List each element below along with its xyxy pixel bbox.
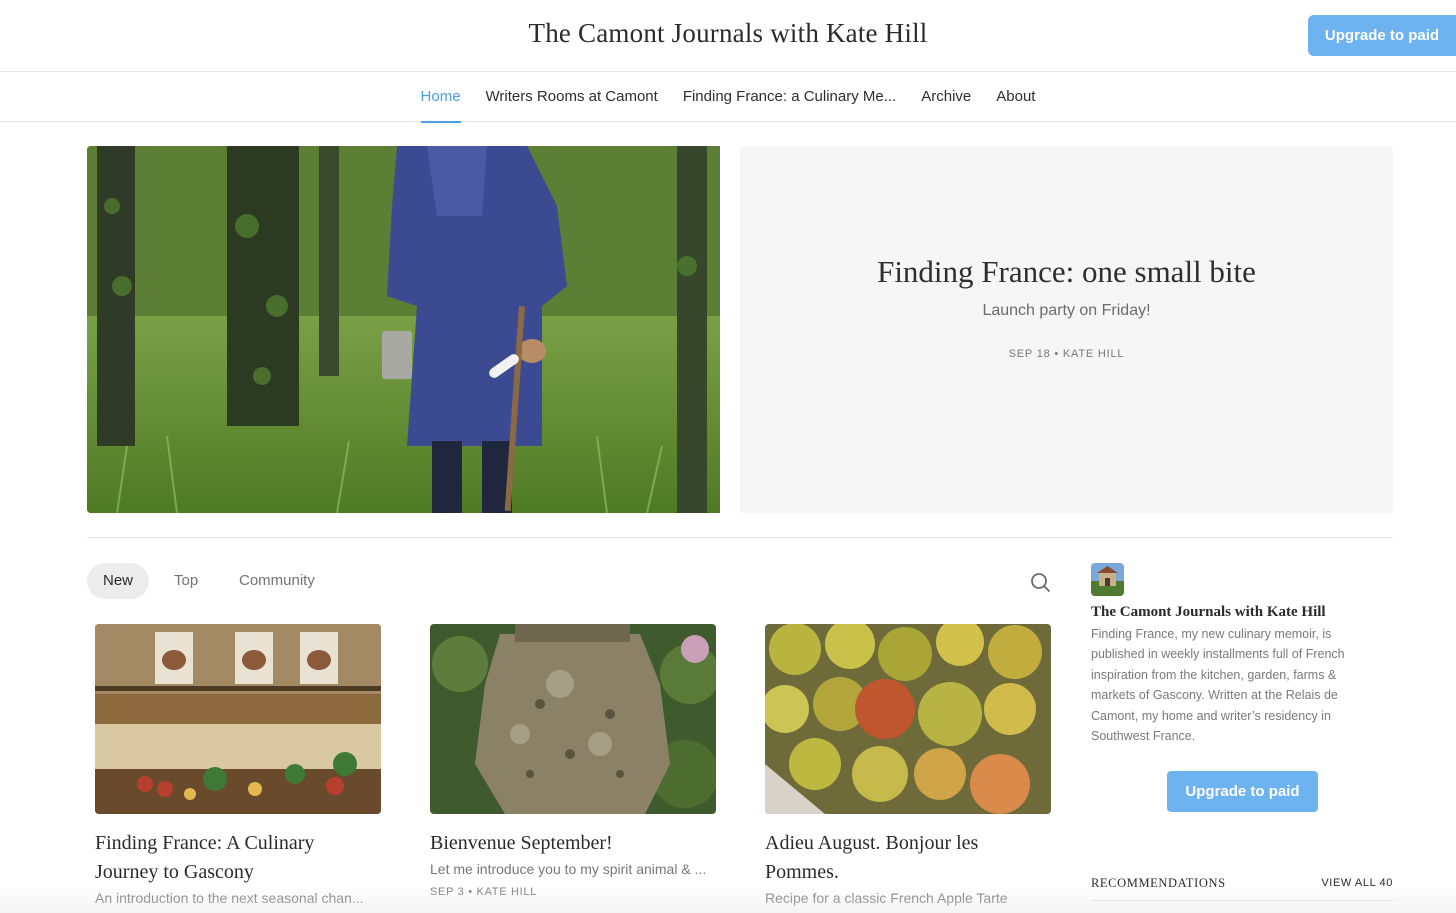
hero-image[interactable] <box>87 146 720 513</box>
post-subtitle: Let me introduce you to my spirit animal… <box>430 861 707 877</box>
featured-post-title[interactable]: Finding France: one small bite <box>740 254 1393 290</box>
sidebar-upgrade-button[interactable]: Upgrade to paid <box>1167 771 1318 812</box>
publication-logo[interactable] <box>1091 563 1124 596</box>
publication-name[interactable]: The Camont Journals with Kate Hill <box>1091 604 1326 621</box>
featured-post-meta: SEP 18 • KATE HILL <box>1008 348 1125 360</box>
tab-top[interactable]: Top <box>174 563 198 599</box>
main-nav: Home Writers Rooms at Camont Finding Fra… <box>0 72 1456 123</box>
post-thumbnail[interactable] <box>765 624 1051 814</box>
nav-item-writers-rooms[interactable]: Writers Rooms at Camont <box>486 72 658 122</box>
publication-description: Finding France, my new culinary memoir, … <box>1091 627 1345 744</box>
site-header: The Camont Journals with Kate Hill Upgra… <box>0 0 1456 72</box>
upgrade-button[interactable]: Upgrade to paid <box>1308 15 1456 56</box>
nav-item-archive[interactable]: Archive <box>921 72 971 122</box>
post-thumbnail[interactable] <box>430 624 716 814</box>
search-icon[interactable] <box>1028 570 1052 594</box>
post-subtitle: An introduction to the next seasonal cha… <box>95 890 364 906</box>
view-all-link[interactable]: VIEW ALL 40 <box>1300 877 1393 889</box>
tab-community[interactable]: Community <box>239 563 315 599</box>
divider <box>87 537 1393 538</box>
nav-item-home[interactable]: Home <box>420 72 461 123</box>
nav-item-about[interactable]: About <box>996 72 1035 122</box>
featured-post[interactable]: Finding France: one small bite Launch pa… <box>740 146 1393 513</box>
post-title[interactable]: Bienvenue September! <box>430 829 716 858</box>
recommendations-heading: RECOMMENDATIONS <box>1091 876 1226 890</box>
post-title[interactable]: Finding France: A Culinary Journey to Ga… <box>95 829 381 887</box>
featured-post-subtitle: Launch party on Friday! <box>982 302 1151 319</box>
post-card[interactable]: Finding France: A Culinary Journey to Ga… <box>95 624 381 913</box>
post-meta: SEP 3 • KATE HILL <box>430 886 538 898</box>
post-card[interactable]: Bienvenue September! Let me introduce yo… <box>430 624 716 913</box>
post-title[interactable]: Adieu August. Bonjour les Pommes. <box>765 829 1051 887</box>
post-thumbnail[interactable] <box>95 624 381 814</box>
post-subtitle: Recipe for a classic French Apple Tarte <box>765 890 1008 906</box>
nav-item-finding-france[interactable]: Finding France: a Culinary Me... <box>683 72 896 122</box>
site-title[interactable]: The Camont Journals with Kate Hill <box>0 18 1456 49</box>
tab-new[interactable]: New <box>87 563 150 599</box>
divider <box>1091 900 1393 901</box>
post-card[interactable]: Adieu August. Bonjour les Pommes. Recipe… <box>765 624 1051 913</box>
